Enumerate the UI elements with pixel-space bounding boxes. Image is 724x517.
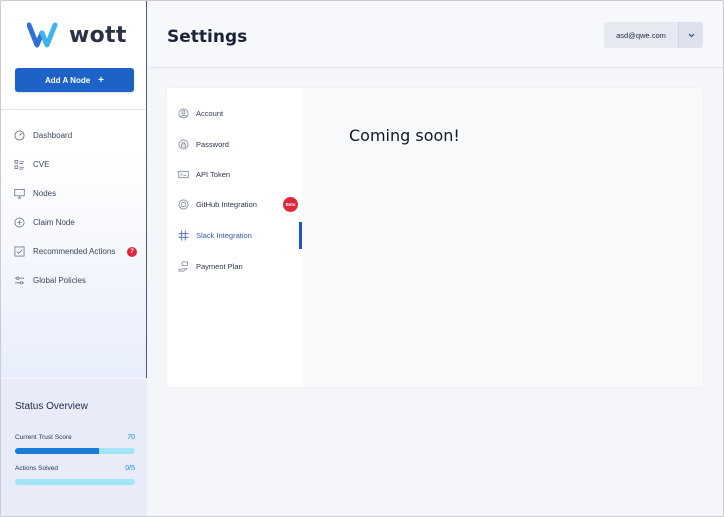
lock-icon [178, 139, 189, 149]
gauge-icon [14, 130, 25, 141]
recommended-actions-count-badge: 7 [127, 247, 137, 257]
settings-item-label: Payment Plan [196, 261, 243, 271]
sidebar-item-cve[interactable]: CVE [14, 150, 139, 179]
list-icon [14, 159, 25, 170]
sidebar-item-label: Nodes [33, 189, 57, 198]
sidebar: wott Add A Node + Dashboard CVE Nodes Cl… [1, 1, 147, 378]
actions-solved-label: Actions Solved [15, 465, 58, 472]
coming-soon-message: Coming soon! [349, 126, 460, 145]
sidebar-item-global-policies[interactable]: Global Policies [14, 266, 139, 295]
beta-badge: Beta [283, 197, 298, 212]
user-menu-dropdown[interactable]: asd@qwe.com [604, 22, 703, 48]
wott-logo-icon [27, 22, 58, 48]
sidebar-item-dashboard[interactable]: Dashboard [14, 121, 139, 150]
trust-score-bar-fill [15, 448, 99, 454]
settings-item-label: API Token [196, 169, 231, 179]
page-title: Settings [167, 27, 248, 47]
plus-circle-icon [14, 217, 25, 228]
sidebar-item-claim-node[interactable]: Claim Node [14, 208, 139, 237]
monitor-icon [14, 188, 25, 199]
settings-item-label: GitHub Integration [196, 199, 257, 209]
brand-logo[interactable]: wott [27, 21, 127, 49]
sidebar-item-label: Dashboard [33, 131, 73, 140]
checkbox-icon [14, 246, 25, 257]
settings-item-label: Slack Integration [196, 230, 252, 240]
user-circle-icon [178, 108, 189, 118]
brand-name: wott [69, 22, 127, 48]
settings-menu: Account Password API Token GitHub Integr… [167, 88, 302, 387]
sidebar-item-label: Global Policies [33, 276, 86, 285]
actions-solved-value: 0/5 [125, 465, 135, 472]
sidebar-item-label: CVE [33, 160, 50, 169]
active-item-indicator [299, 222, 302, 249]
status-overview-title: Status Overview [15, 401, 88, 412]
sidebar-nav: Dashboard CVE Nodes Claim Node Recommend… [14, 121, 139, 295]
sliders-icon [14, 276, 25, 285]
sidebar-item-nodes[interactable]: Nodes [14, 179, 139, 208]
add-node-label: Add A Node [44, 75, 91, 85]
top-header: Settings asd@qwe.com [148, 1, 723, 68]
github-icon [178, 199, 189, 209]
trust-score-label: Current Trust Score [15, 434, 72, 441]
sidebar-item-recommended-actions[interactable]: Recommended Actions 7 [14, 237, 139, 266]
app-window: wott Add A Node + Dashboard CVE Nodes Cl… [0, 0, 724, 517]
payment-hand-icon [178, 261, 188, 271]
sidebar-item-label: Claim Node [33, 218, 75, 227]
settings-item-label: Password [196, 139, 229, 149]
plus-icon: + [98, 74, 105, 86]
slack-icon [178, 229, 189, 241]
chevron-down-icon[interactable] [678, 22, 703, 48]
settings-item-api-token[interactable]: API Token [178, 164, 302, 184]
settings-item-slack-integration[interactable]: Slack Integration [178, 225, 302, 245]
settings-item-account[interactable]: Account [178, 103, 302, 123]
sidebar-divider [1, 109, 146, 110]
status-overview: Status Overview Current Trust Score 70 A… [1, 379, 147, 516]
actions-solved-bar [15, 479, 135, 485]
trust-score-value: 70 [127, 434, 135, 441]
add-node-button[interactable]: Add A Node + [15, 68, 134, 92]
settings-item-label: Account [196, 108, 224, 118]
token-icon [178, 170, 189, 178]
settings-item-password[interactable]: Password [178, 134, 302, 154]
settings-item-payment-plan[interactable]: Payment Plan [178, 256, 302, 276]
user-email: asd@qwe.com [616, 30, 666, 40]
sidebar-item-label: Recommended Actions [33, 247, 116, 256]
actions-solved-row: Actions Solved 0/5 [15, 465, 135, 472]
settings-panel: Account Password API Token GitHub Integr… [167, 88, 703, 387]
trust-score-bar [15, 448, 135, 454]
trust-score-row: Current Trust Score 70 [15, 434, 135, 441]
